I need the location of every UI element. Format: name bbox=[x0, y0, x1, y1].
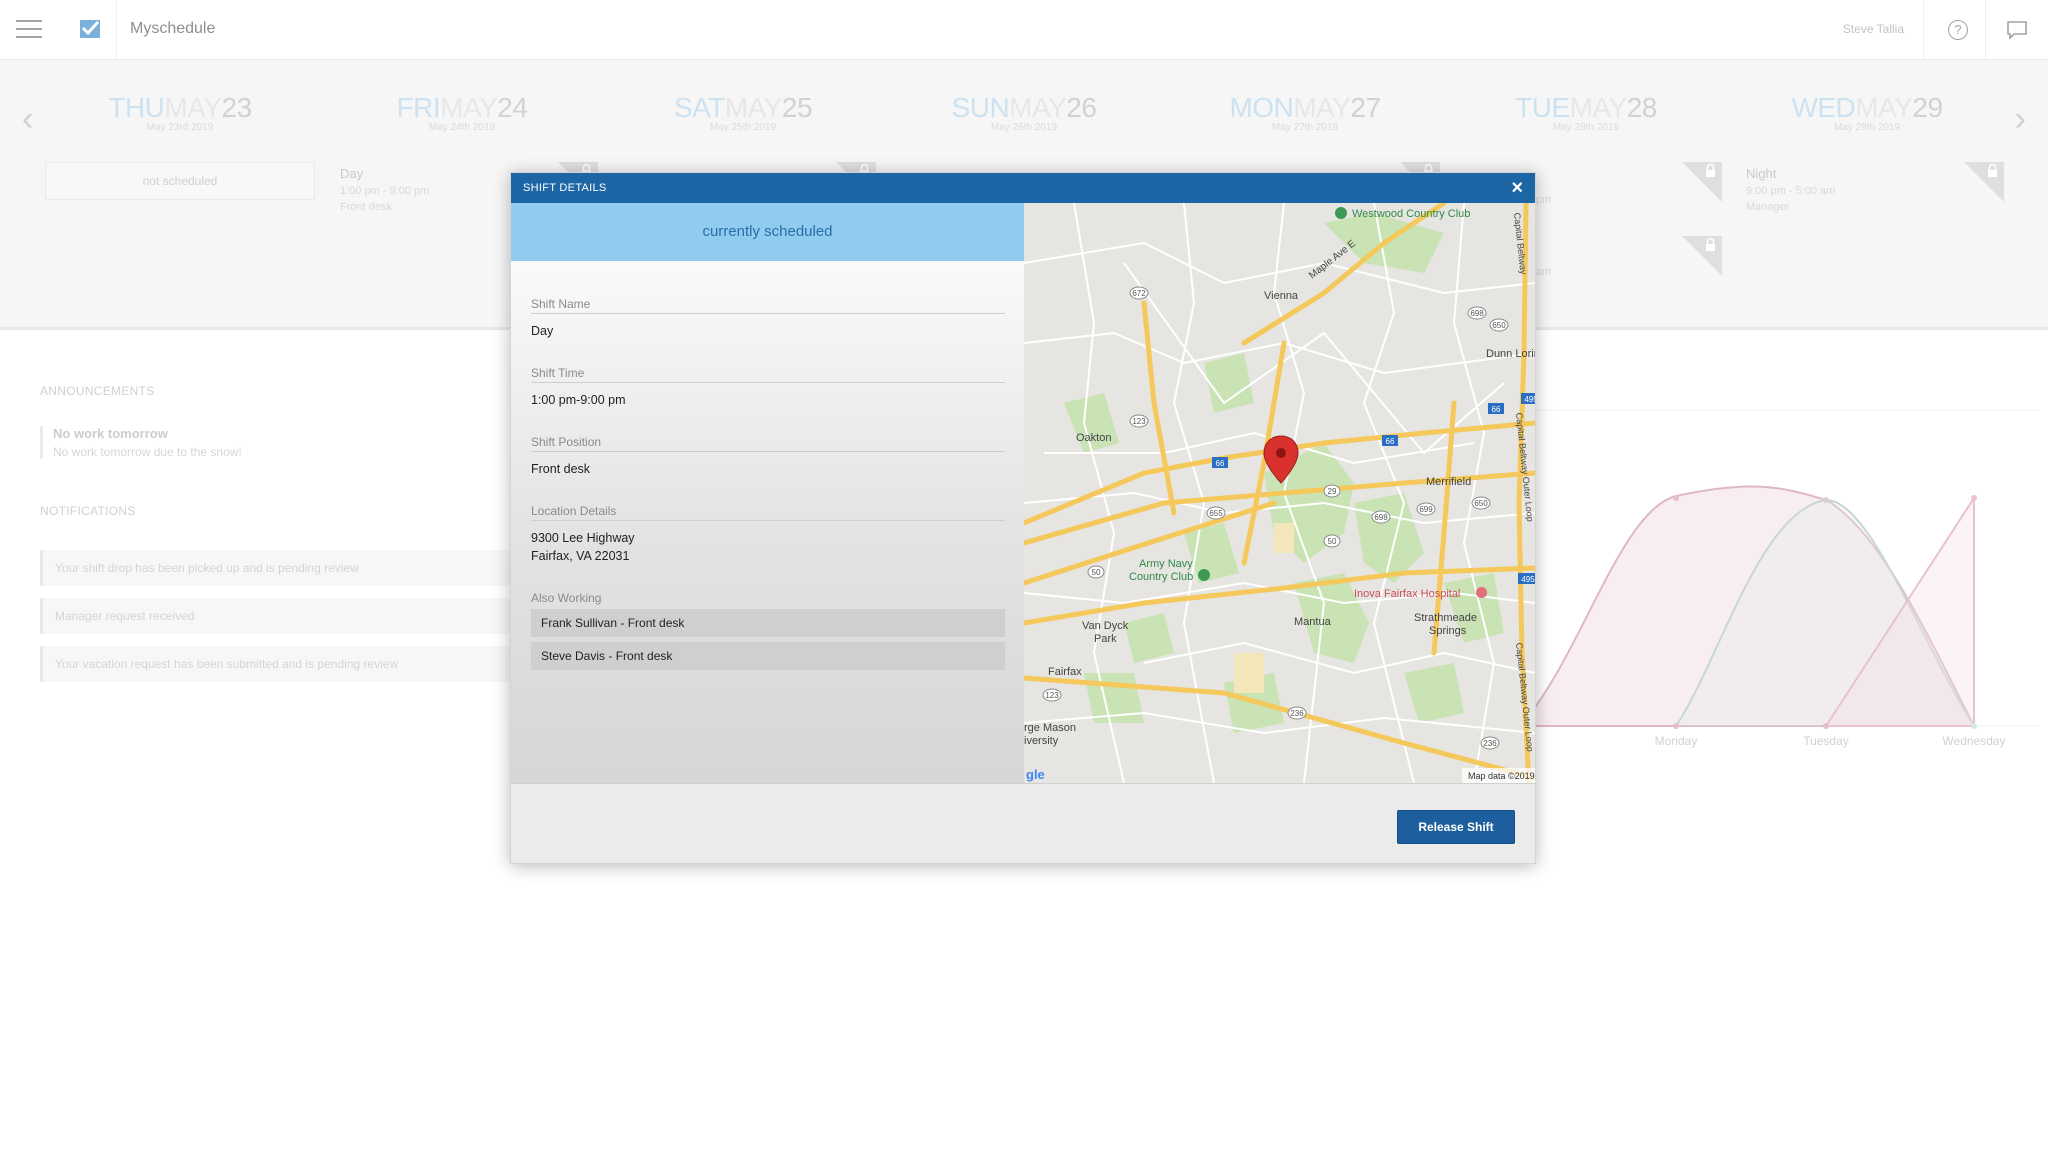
map-canvas[interactable]: 672 698 650 495 66 123 66 66 29 655 699 … bbox=[1024, 203, 1535, 783]
svg-text:66: 66 bbox=[1492, 405, 1501, 414]
google-logo: gle bbox=[1026, 767, 1045, 782]
svg-text:Vienna: Vienna bbox=[1264, 290, 1299, 302]
svg-text:rge Mason: rge Mason bbox=[1024, 722, 1076, 734]
svg-text:Westwood Country Club: Westwood Country Club bbox=[1352, 208, 1470, 220]
svg-text:672: 672 bbox=[1132, 289, 1146, 298]
svg-text:50: 50 bbox=[1092, 568, 1101, 577]
svg-text:236: 236 bbox=[1290, 709, 1304, 718]
shift-name-field: Shift Name Day bbox=[531, 297, 1005, 340]
svg-text:495: 495 bbox=[1524, 395, 1535, 404]
svg-text:66: 66 bbox=[1386, 437, 1395, 446]
location-line: 9300 Lee Highway bbox=[531, 531, 635, 545]
shift-details-pane: currently scheduled Shift Name Day Shift… bbox=[511, 203, 1024, 783]
shift-position-field: Shift Position Front desk bbox=[531, 435, 1005, 478]
release-shift-button[interactable]: Release Shift bbox=[1397, 810, 1515, 844]
modal-header: SHIFT DETAILS × bbox=[511, 173, 1535, 203]
shift-time-field: Shift Time 1:00 pm-9:00 pm bbox=[531, 366, 1005, 409]
svg-text:123: 123 bbox=[1132, 417, 1146, 426]
modal-footer: Release Shift bbox=[511, 783, 1535, 863]
svg-text:650: 650 bbox=[1492, 321, 1506, 330]
svg-text:Inova Fairfax Hospital: Inova Fairfax Hospital bbox=[1354, 588, 1460, 600]
svg-text:650: 650 bbox=[1474, 499, 1488, 508]
svg-text:Mantua: Mantua bbox=[1294, 616, 1332, 628]
svg-text:Strathmeade: Strathmeade bbox=[1414, 612, 1477, 624]
svg-text:698: 698 bbox=[1374, 513, 1388, 522]
svg-text:50: 50 bbox=[1328, 537, 1337, 546]
svg-text:698: 698 bbox=[1470, 309, 1484, 318]
location-map[interactable]: 672 698 650 495 66 123 66 66 29 655 699 … bbox=[1024, 203, 1535, 783]
shift-details-modal: SHIFT DETAILS × currently scheduled Shif… bbox=[510, 172, 1536, 864]
svg-text:655: 655 bbox=[1209, 509, 1223, 518]
also-working-item: Frank Sullivan - Front desk bbox=[531, 609, 1005, 637]
map-building bbox=[1274, 523, 1294, 553]
map-attribution[interactable]: Map data ©2019 bbox=[1468, 771, 1535, 781]
svg-text:Merrifield: Merrifield bbox=[1426, 476, 1471, 488]
svg-text:Dunn Lorin: Dunn Lorin bbox=[1486, 348, 1535, 360]
modal-title: SHIFT DETAILS bbox=[523, 182, 607, 194]
svg-text:Country Club: Country Club bbox=[1129, 571, 1193, 583]
hospital-marker-icon bbox=[1476, 587, 1487, 598]
also-working-item: Steve Davis - Front desk bbox=[531, 642, 1005, 670]
svg-text:495: 495 bbox=[1521, 575, 1535, 584]
svg-text:236: 236 bbox=[1483, 739, 1497, 748]
close-icon[interactable]: × bbox=[1511, 177, 1523, 200]
svg-text:Fairfax: Fairfax bbox=[1048, 666, 1082, 678]
svg-text:Park: Park bbox=[1094, 633, 1117, 645]
park-marker-icon bbox=[1198, 569, 1210, 581]
svg-text:Springs: Springs bbox=[1429, 625, 1467, 637]
status-banner: currently scheduled bbox=[511, 203, 1024, 261]
svg-text:Oakton: Oakton bbox=[1076, 432, 1111, 444]
svg-text:Army Navy: Army Navy bbox=[1139, 558, 1193, 570]
map-building bbox=[1234, 653, 1264, 693]
location-details-field: Location Details 9300 Lee Highway Fairfa… bbox=[531, 504, 1005, 565]
location-line: Fairfax, VA 22031 bbox=[531, 549, 630, 563]
also-working-heading: Also Working bbox=[531, 591, 602, 605]
svg-text:123: 123 bbox=[1045, 691, 1059, 700]
svg-text:29: 29 bbox=[1328, 487, 1337, 496]
svg-text:699: 699 bbox=[1419, 505, 1433, 514]
park-marker-icon bbox=[1335, 207, 1347, 219]
svg-text:Van Dyck: Van Dyck bbox=[1082, 620, 1129, 632]
svg-text:iversity: iversity bbox=[1024, 735, 1059, 747]
svg-text:66: 66 bbox=[1216, 459, 1225, 468]
